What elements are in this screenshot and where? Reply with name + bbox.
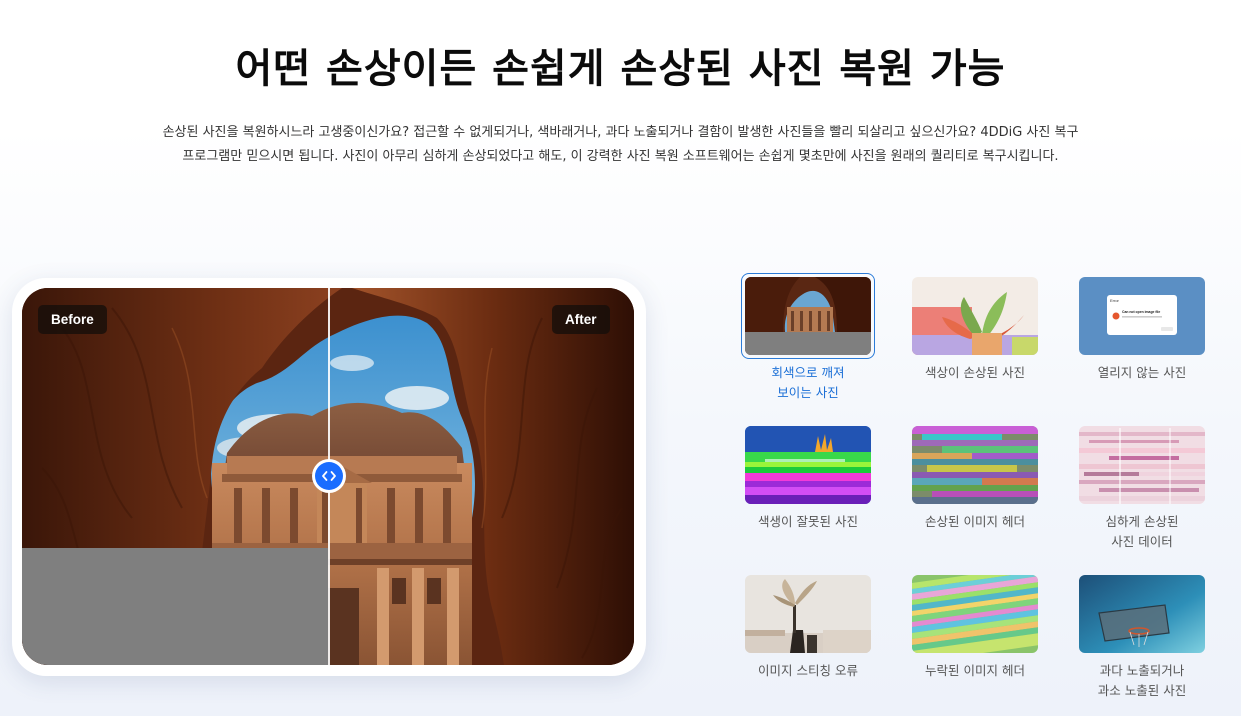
missing-header-thumbnail [912,575,1038,653]
page-title: 어떤 손상이든 손쉽게 손상된 사진 복원 가능 [235,46,1006,92]
damage-type-missing-header[interactable]: 누락된 이미지 헤더 [908,575,1042,681]
comparison-slider-handle[interactable] [312,459,346,493]
damage-type-wrong-color[interactable]: 색생이 잘못된 사진 [741,426,875,532]
stitching-error-thumbnail [745,575,871,653]
error-dialog-title: Error [1110,298,1120,303]
damage-type-label: 손상된 이미지 헤더 [925,514,1025,529]
damage-type-label: 회색으로 깨져 보이는 사진 [771,365,845,400]
unopenable-photo-thumbnail: Error Can not open image file [1079,277,1205,355]
gray-broken-photo-thumbnail [745,277,871,355]
wrong-color-photo-thumbnail [745,426,871,504]
damage-type-stitching[interactable]: 이미지 스티칭 오류 [741,575,875,681]
damage-type-damaged-header[interactable]: 손상된 이미지 헤더 [908,426,1042,532]
before-label: Before [38,305,107,334]
damage-type-label: 심하게 손상된 사진 데이터 [1105,514,1179,549]
damaged-header-thumbnail [912,426,1038,504]
error-dialog-message: Can not open image file [1122,310,1160,314]
damage-type-severe[interactable]: 심하게 손상된 사진 데이터 [1075,426,1209,552]
comparison-viewer: Before After [12,278,646,676]
left-right-arrows-icon [322,471,336,481]
damage-type-label: 이미지 스티칭 오류 [758,663,858,678]
damage-type-exposure[interactable]: 과다 노출되거나 과소 노출된 사진 [1075,575,1209,701]
damage-type-color-damaged[interactable]: 색상이 손상된 사진 [908,277,1042,383]
damage-type-label: 누락된 이미지 헤더 [925,663,1025,678]
comparison-image[interactable]: Before After [22,288,634,665]
damage-type-label: 과다 노출되거나 과소 노출된 사진 [1097,663,1187,698]
damage-type-label: 색생이 잘못된 사진 [758,514,858,529]
damage-type-gray-broken[interactable]: 회색으로 깨져 보이는 사진 [741,273,875,403]
severe-damage-thumbnail [1079,426,1205,504]
gray-damaged-region [22,548,328,665]
damage-type-label: 열리지 않는 사진 [1097,365,1187,380]
color-damaged-photo-thumbnail [912,277,1038,355]
damage-type-label: 색상이 손상된 사진 [925,365,1025,380]
damage-type-unopenable[interactable]: Error Can not open image file 열리지 않는 사진 [1075,277,1209,383]
exposure-photo-thumbnail [1079,575,1205,653]
after-label: After [552,305,610,334]
intro-paragraph: 손상된 사진을 복원하시느라 고생중이신가요? 접근할 수 없게되거나, 색바래… [162,125,1079,164]
